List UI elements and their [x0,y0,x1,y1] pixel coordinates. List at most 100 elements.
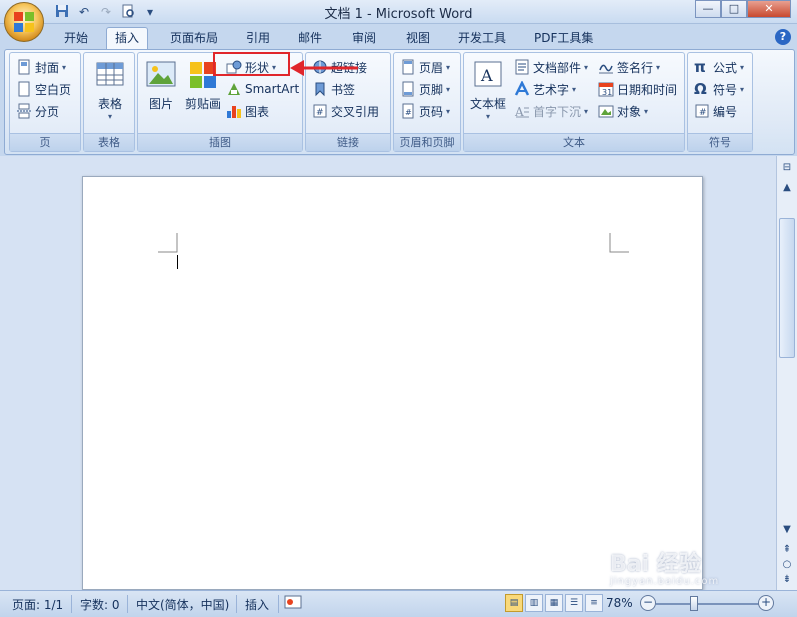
window-controls: — □ ✕ [695,0,791,18]
chart-button[interactable]: 图表 [226,101,269,121]
drop-cap-icon: A [514,103,530,119]
picture-icon [145,59,177,91]
quick-parts-icon [514,59,530,75]
help-icon[interactable]: ? [775,29,791,45]
zoom-out-button[interactable]: − [640,595,656,611]
cross-reference-icon: # [312,103,328,119]
close-button[interactable]: ✕ [747,0,791,18]
scroll-down-button[interactable]: ▼ [779,522,795,538]
minimize-button[interactable]: — [695,0,721,18]
tab-home[interactable]: 开始 [56,29,96,49]
ruler-toggle-icon[interactable]: ⊟ [779,160,795,176]
tab-view[interactable]: 视图 [398,29,438,49]
cover-page-button[interactable]: 封面 ▾ [16,57,66,77]
quick-parts-button[interactable]: 文档部件 ▾ [514,57,588,77]
group-label-symbols: 符号 [688,133,752,151]
group-text: A 文本框 ▾ 文档部件 ▾ 艺术字 ▾ A 首字下沉 ▾ 签名行 ▾ 31 日期和时间… [463,52,685,152]
signature-line-button[interactable]: 签名行 ▾ [598,57,660,77]
svg-text:#: # [699,108,707,118]
red-arrow-icon [290,60,358,76]
print-layout-view-icon[interactable]: ▤ [505,594,523,612]
zoom-level[interactable]: 78% [606,596,633,610]
object-button[interactable]: 对象 ▾ [598,101,648,121]
footer-button[interactable]: 页脚 ▾ [400,79,450,99]
page-break-button[interactable]: 分页 [16,101,59,121]
tab-page-layout[interactable]: 页面布局 [162,29,226,49]
numbering-icon: # [694,103,710,119]
header-button[interactable]: 页眉 ▾ [400,57,450,77]
group-label-text: 文本 [464,133,684,151]
scroll-up-button[interactable]: ▲ [779,180,795,196]
numbering-button[interactable]: # 编号 [694,101,737,121]
tab-mailings[interactable]: 邮件 [290,29,330,49]
top-left-margin-mark [158,233,178,253]
drop-cap-button[interactable]: A 首字下沉 ▾ [514,101,588,121]
svg-text:A: A [480,66,493,85]
scrollbar-thumb[interactable] [779,218,795,358]
baidu-watermark: Bai 经验 jingyan.baidu.com [610,552,720,587]
page-number-button[interactable]: # 页码 ▾ [400,101,450,121]
maximize-button[interactable]: □ [721,0,747,18]
object-icon [598,103,614,119]
browse-object-button[interactable]: ○ [779,557,795,573]
svg-text:#: # [405,108,412,117]
wordart-button[interactable]: 艺术字 ▾ [514,79,576,99]
smartart-button[interactable]: SmartArt [226,79,299,99]
wordart-icon [514,80,530,97]
group-label-header-footer: 页眉和页脚 [394,133,460,151]
vertical-scrollbar[interactable]: ⊟ ▲ ▼ ⇞ ○ ⇟ [776,156,797,590]
calendar-icon: 31 [598,81,614,97]
page-count[interactable]: 页面: 1/1 [12,596,63,613]
office-button[interactable] [4,2,44,42]
chart-icon [226,103,242,119]
page-number-icon: # [400,103,416,119]
header-icon [400,59,416,75]
group-label-links: 链接 [306,133,390,151]
next-page-button[interactable]: ⇟ [779,572,795,588]
cover-page-icon [16,59,32,75]
tab-pdf-tools[interactable]: PDF工具集 [526,29,601,49]
tab-references[interactable]: 引用 [238,29,278,49]
table-icon [94,59,126,91]
outline-view-icon[interactable]: ☰ [565,594,583,612]
table-button[interactable]: 表格 ▾ [90,59,130,121]
date-time-button[interactable]: 31 日期和时间 [598,79,677,99]
macro-recording-icon[interactable] [284,594,302,613]
word-count[interactable]: 字数: 0 [80,596,120,613]
status-bar: 页面: 1/1 字数: 0 中文(简体，中国) 插入 ▤ ▥ ▦ ☰ ≡ 78%… [0,590,797,617]
title-bar: ↶ ↷ ▾ 文档 1 - Microsoft Word — □ ✕ [0,0,797,24]
svg-text:31: 31 [602,88,612,97]
tab-review[interactable]: 审阅 [344,29,384,49]
pi-icon: π [694,58,706,76]
draft-view-icon[interactable]: ≡ [585,594,603,612]
group-label-tables: 表格 [84,133,134,151]
ribbon-tabs: 开始 插入 页面布局 引用 邮件 审阅 视图 开发工具 PDF工具集 ? [0,24,797,50]
group-symbols: π 公式 ▾ Ω 符号 ▾ # 编号 符号 [687,52,753,152]
shapes-highlight-box [213,52,290,76]
tab-developer[interactable]: 开发工具 [450,29,514,49]
group-tables: 表格 ▾ 表格 [83,52,135,152]
symbol-button[interactable]: Ω 符号 ▾ [694,79,744,99]
tab-insert[interactable]: 插入 [106,27,149,50]
text-cursor [177,255,178,269]
smartart-icon [226,81,242,97]
zoom-slider[interactable] [656,603,760,605]
language-indicator[interactable]: 中文(简体，中国) [136,596,229,613]
picture-button[interactable]: 图片 [142,59,180,112]
textbox-button[interactable]: A 文本框 ▾ [468,59,508,121]
page-break-icon [16,103,32,119]
zoom-in-button[interactable]: + [758,595,774,611]
signature-line-icon [598,59,614,75]
previous-page-button[interactable]: ⇞ [779,542,795,558]
web-layout-view-icon[interactable]: ▦ [545,594,563,612]
equation-button[interactable]: π 公式 ▾ [694,57,744,77]
full-screen-reading-view-icon[interactable]: ▥ [525,594,543,612]
group-pages: 封面 ▾ 空白页 分页 页 [9,52,81,152]
blank-page-button[interactable]: 空白页 [16,79,71,99]
bookmark-button[interactable]: 书签 [312,79,355,99]
cross-reference-button[interactable]: # 交叉引用 [312,101,379,121]
zoom-slider-knob[interactable] [690,596,698,611]
document-page[interactable] [82,176,703,590]
top-right-margin-mark [609,233,629,253]
insert-mode[interactable]: 插入 [245,596,269,613]
